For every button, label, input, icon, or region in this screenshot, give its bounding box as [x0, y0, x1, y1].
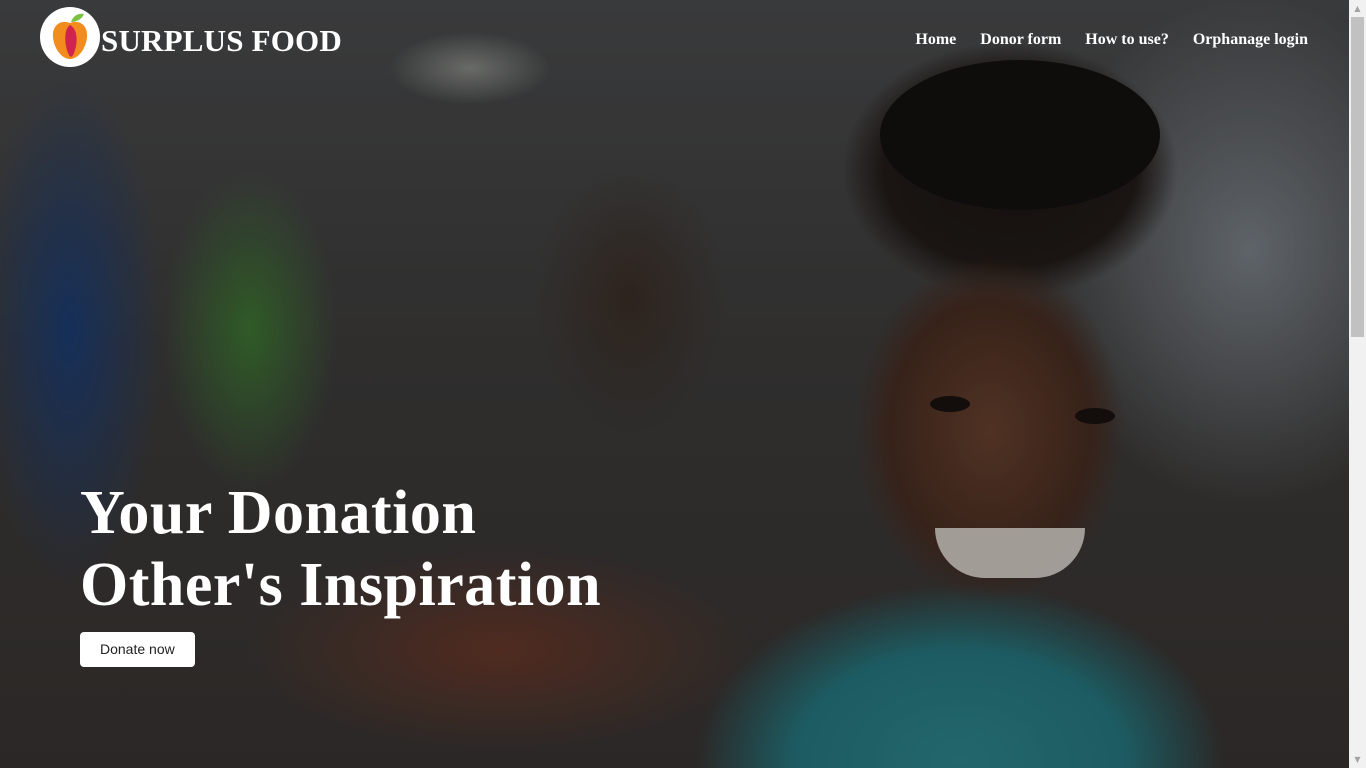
- hero-title: Your Donation Other's Inspiration: [80, 477, 601, 621]
- nav-link-orphanage-login[interactable]: Orphanage login: [1193, 31, 1308, 49]
- navbar: SURPLUS FOOD Home Donor form How to use?…: [0, 0, 1349, 80]
- hero-title-line-1: Your Donation: [80, 479, 477, 547]
- scroll-down-arrow-icon[interactable]: ▼: [1349, 751, 1366, 768]
- donate-now-button[interactable]: Donate now: [80, 632, 195, 667]
- brand-name: SURPLUS FOOD: [101, 23, 342, 58]
- vertical-scrollbar[interactable]: ▲ ▼: [1349, 0, 1366, 768]
- scroll-thumb[interactable]: [1351, 17, 1364, 337]
- nav-link-how-to-use[interactable]: How to use?: [1085, 31, 1169, 49]
- nav-link-home[interactable]: Home: [915, 31, 956, 49]
- hero-content: Your Donation Other's Inspiration Donate…: [80, 477, 601, 667]
- page: SURPLUS FOOD Home Donor form How to use?…: [0, 0, 1366, 768]
- brand-link[interactable]: SURPLUS FOOD: [40, 7, 342, 67]
- nav-link-donor-form[interactable]: Donor form: [980, 31, 1061, 49]
- apple-logo-icon: [40, 7, 100, 67]
- scroll-up-arrow-icon[interactable]: ▲: [1349, 0, 1366, 17]
- nav-menu: Home Donor form How to use? Orphanage lo…: [915, 31, 1308, 49]
- hero-title-line-2: Other's Inspiration: [80, 551, 602, 619]
